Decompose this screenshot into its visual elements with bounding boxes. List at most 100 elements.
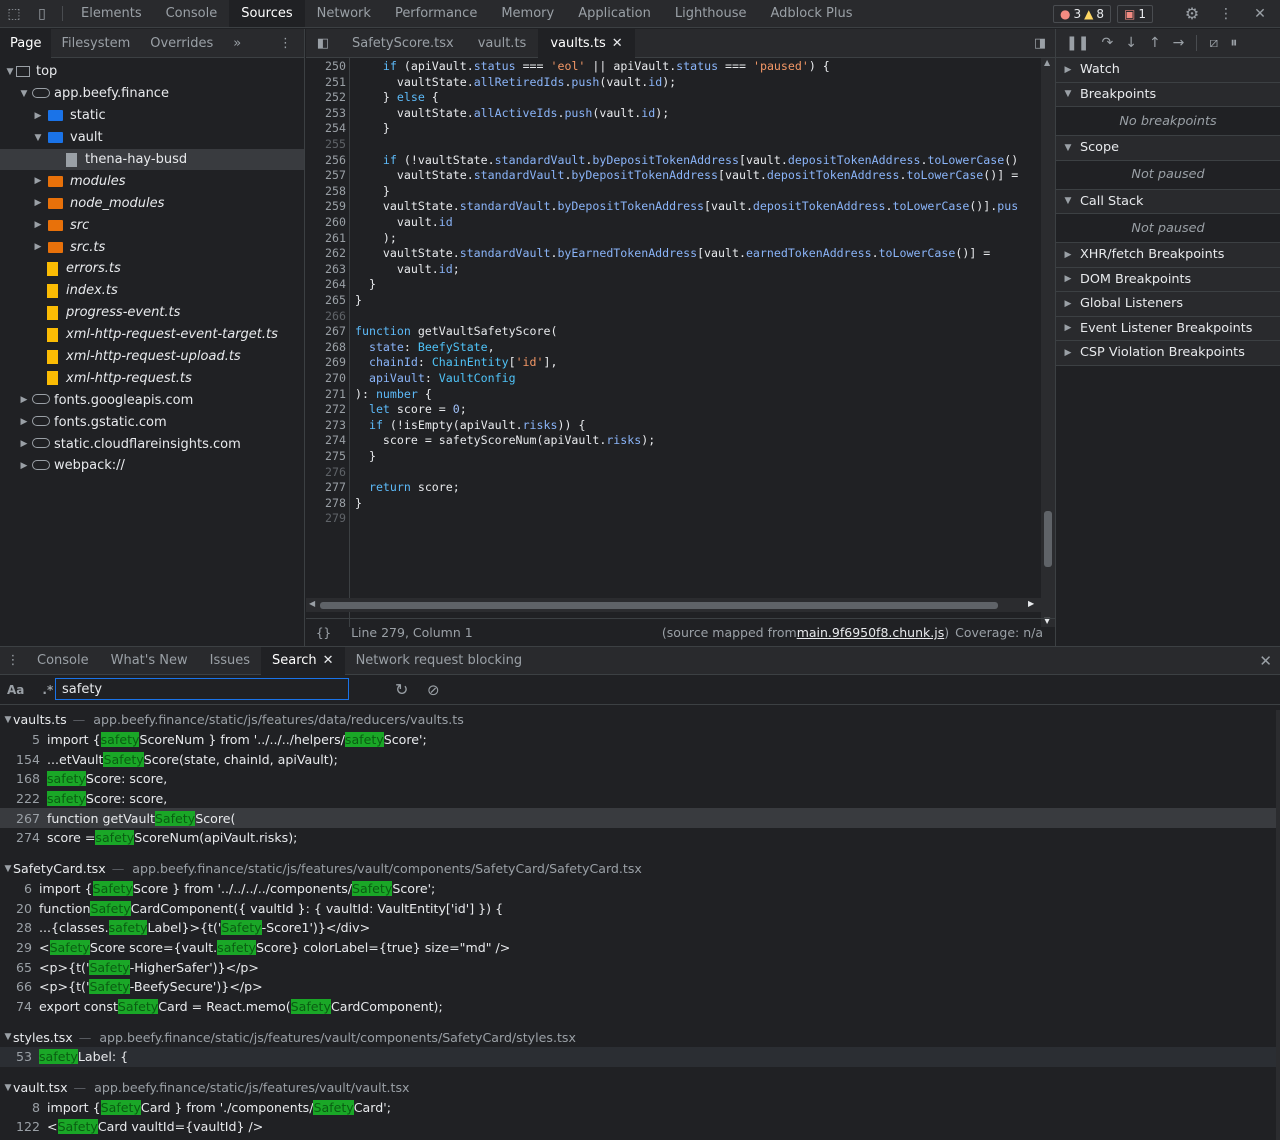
tab-network[interactable]: Network xyxy=(305,0,383,27)
console-counts-badge[interactable]: ● 3 ▲ 8 xyxy=(1053,4,1112,23)
tree-item[interactable]: ▶ src xyxy=(0,214,304,236)
pause-on-exceptions-icon[interactable]: ⏸ xyxy=(1230,35,1237,51)
result-line[interactable]: 168 safety Score: score, xyxy=(0,769,1276,789)
code-line[interactable]: 255 xyxy=(306,137,1041,153)
tree-item[interactable]: ▶ node_modules xyxy=(0,192,304,214)
navigator-menu-icon[interactable]: ⋮ xyxy=(279,36,304,51)
drawer-tab-console[interactable]: Console xyxy=(26,647,100,675)
code-line[interactable]: 258 } xyxy=(306,184,1041,200)
vertical-scrollbar[interactable]: ▲ ▼ xyxy=(1041,58,1055,627)
result-line[interactable]: 28 ...{classes. safety Label}>{t(' Safety -Sc… xyxy=(0,918,1276,938)
toggle-navigator-icon[interactable]: ◧ xyxy=(306,36,340,51)
tab-sources[interactable]: Sources xyxy=(229,0,305,27)
result-line[interactable]: 20 function Safety CardComponent({ vaultId… xyxy=(0,898,1276,918)
code-line[interactable]: 253 vaultState.allActiveIds.push(vault.i… xyxy=(306,106,1041,122)
line-number[interactable]: 279 xyxy=(306,511,346,527)
drawer-tab-search[interactable]: Search ✕ xyxy=(261,646,345,675)
source-map-link[interactable]: main.9f6950f8.chunk.js xyxy=(797,625,945,640)
line-number[interactable]: 262 xyxy=(306,246,346,262)
section-global-listeners[interactable]: ▶ Global Listeners xyxy=(1056,292,1280,317)
tree-item[interactable]: progress-event.ts xyxy=(0,302,304,324)
collapsed-arrow-icon[interactable]: ▶ xyxy=(18,395,30,405)
line-number[interactable]: 270 xyxy=(306,371,346,387)
code-line[interactable]: 272 let score = 0; xyxy=(306,402,1041,418)
line-number[interactable]: 252 xyxy=(306,90,346,106)
collapsed-arrow-icon[interactable]: ▶ xyxy=(18,417,30,427)
toggle-debugger-icon[interactable]: ◨ xyxy=(1025,36,1055,51)
result-file-header[interactable]: ▼ vault.tsx — app.beefy.finance/static/js/f… xyxy=(0,1078,1276,1098)
tree-item[interactable]: ▼ top xyxy=(0,61,304,83)
code-line[interactable]: 265} xyxy=(306,293,1041,309)
editor-tab-vaults-ts[interactable]: vaults.ts ✕ xyxy=(538,28,635,58)
result-file-header[interactable]: ▼ SafetyCard.tsx — app.beefy.finance/static… xyxy=(0,859,1276,879)
drawer-menu-icon[interactable]: ⋮ xyxy=(0,653,26,668)
drawer-tab-issues[interactable]: Issues xyxy=(199,647,261,675)
collapsed-arrow-icon[interactable]: ▶ xyxy=(32,220,44,230)
tab-memory[interactable]: Memory xyxy=(489,0,566,27)
line-number[interactable]: 258 xyxy=(306,184,346,200)
code-line[interactable]: 252 } else { xyxy=(306,90,1041,106)
editor-tab-safetyscore-tsx[interactable]: SafetyScore.tsx xyxy=(340,29,466,58)
code-line[interactable]: 266 xyxy=(306,309,1041,325)
section-breakpoints[interactable]: ▼ Breakpoints xyxy=(1056,82,1280,107)
code-line[interactable]: 278} xyxy=(306,496,1041,512)
code-line[interactable]: 275 } xyxy=(306,449,1041,465)
match-case-button[interactable]: Aa xyxy=(7,683,24,697)
collapsed-arrow-icon[interactable]: ▶ xyxy=(18,461,30,471)
section-csp-violation-breakpoints[interactable]: ▶ CSP Violation Breakpoints xyxy=(1056,341,1280,366)
result-line[interactable]: 74 export const Safety Card = React.memo(S… xyxy=(0,997,1276,1017)
line-number[interactable]: 275 xyxy=(306,449,346,465)
search-input[interactable] xyxy=(55,678,349,700)
result-line[interactable]: 154 ...etVault Safety Score(state, chainId,… xyxy=(0,749,1276,769)
line-number[interactable]: 277 xyxy=(306,480,346,496)
line-number[interactable]: 271 xyxy=(306,387,346,403)
code-line[interactable]: 273 if (!isEmpty(apiVault.risks)) { xyxy=(306,418,1041,434)
tab-performance[interactable]: Performance xyxy=(383,0,489,27)
tab-lighthouse[interactable]: Lighthouse xyxy=(663,0,759,27)
code-line[interactable]: 260 vault.id xyxy=(306,215,1041,231)
code-line[interactable]: 264 } xyxy=(306,277,1041,293)
code-line[interactable]: 267 function getVaultSafetyScore( xyxy=(306,324,1041,340)
line-number[interactable]: 263 xyxy=(306,262,346,278)
issues-badge[interactable]: ▣ 1 xyxy=(1117,4,1153,23)
code-line[interactable]: 257 vaultState.standardVault.byDepositTo… xyxy=(306,168,1041,184)
code-line[interactable]: 254 } xyxy=(306,121,1041,137)
tab-adblock-plus[interactable]: Adblock Plus xyxy=(759,0,865,27)
close-tab-icon[interactable]: ✕ xyxy=(323,653,334,668)
result-line[interactable]: 222 safety Score: score, xyxy=(0,789,1276,809)
section-dom-breakpoints[interactable]: ▶ DOM Breakpoints xyxy=(1056,267,1280,292)
line-number[interactable]: 268 xyxy=(306,340,346,356)
tree-item[interactable]: ▼ app.beefy.finance xyxy=(0,83,304,105)
code-line[interactable]: 274 score = safetyScoreNum(apiVault.risk… xyxy=(306,433,1041,449)
tree-item[interactable]: xml-http-request-upload.ts xyxy=(0,346,304,368)
collapsed-arrow-icon[interactable]: ▶ xyxy=(32,242,44,252)
close-icon[interactable]: ✕ xyxy=(1246,6,1274,22)
line-number[interactable]: 267 xyxy=(306,324,346,340)
code-line[interactable]: 251 vaultState.allRetiredIds.push(vault.… xyxy=(306,75,1041,91)
collapsed-arrow-icon[interactable]: ▶ xyxy=(18,439,30,449)
tree-item[interactable]: xml-http-request.ts xyxy=(0,367,304,389)
result-line[interactable]: 8 import { Safety Card } from './component… xyxy=(0,1097,1276,1117)
line-number[interactable]: 259 xyxy=(306,199,346,215)
collapsed-arrow-icon[interactable]: ▶ xyxy=(32,176,44,186)
line-number[interactable]: 269 xyxy=(306,355,346,371)
expanded-arrow-icon[interactable]: ▼ xyxy=(4,67,16,77)
horizontal-scrollbar[interactable]: ◀ ▶ xyxy=(306,598,1041,612)
device-toolbar-icon[interactable]: ▯ xyxy=(28,0,56,27)
tree-item[interactable]: ▶ fonts.googleapis.com xyxy=(0,389,304,411)
tree-item[interactable]: thena-hay-busd xyxy=(0,148,304,171)
code-line[interactable]: 268 state: BeefyState, xyxy=(306,340,1041,356)
expanded-arrow-icon[interactable]: ▼ xyxy=(18,89,30,99)
code-line[interactable]: 250 if (apiVault.status === 'eol' || api… xyxy=(306,59,1041,75)
line-number[interactable]: 266 xyxy=(306,309,346,325)
deactivate-breakpoints-icon[interactable]: ⧄ xyxy=(1209,35,1218,51)
editor-tab-vault-ts[interactable]: vault.ts xyxy=(466,29,539,58)
drawer-tab-network-request-blocking[interactable]: Network request blocking xyxy=(345,647,534,675)
tree-item[interactable]: ▶ webpack:// xyxy=(0,455,304,477)
code-view[interactable]: 250 if (apiVault.status === 'eol' || api… xyxy=(306,58,1041,627)
section-watch[interactable]: ▶ Watch xyxy=(1056,58,1280,83)
collapsed-arrow-icon[interactable]: ▶ xyxy=(32,111,44,121)
tree-item[interactable]: ▶ static xyxy=(0,105,304,127)
section-call-stack[interactable]: ▼ Call Stack xyxy=(1056,189,1280,214)
result-line[interactable]: 65 <p>{t(' Safety -HigherSafer')}</p> xyxy=(0,957,1276,977)
